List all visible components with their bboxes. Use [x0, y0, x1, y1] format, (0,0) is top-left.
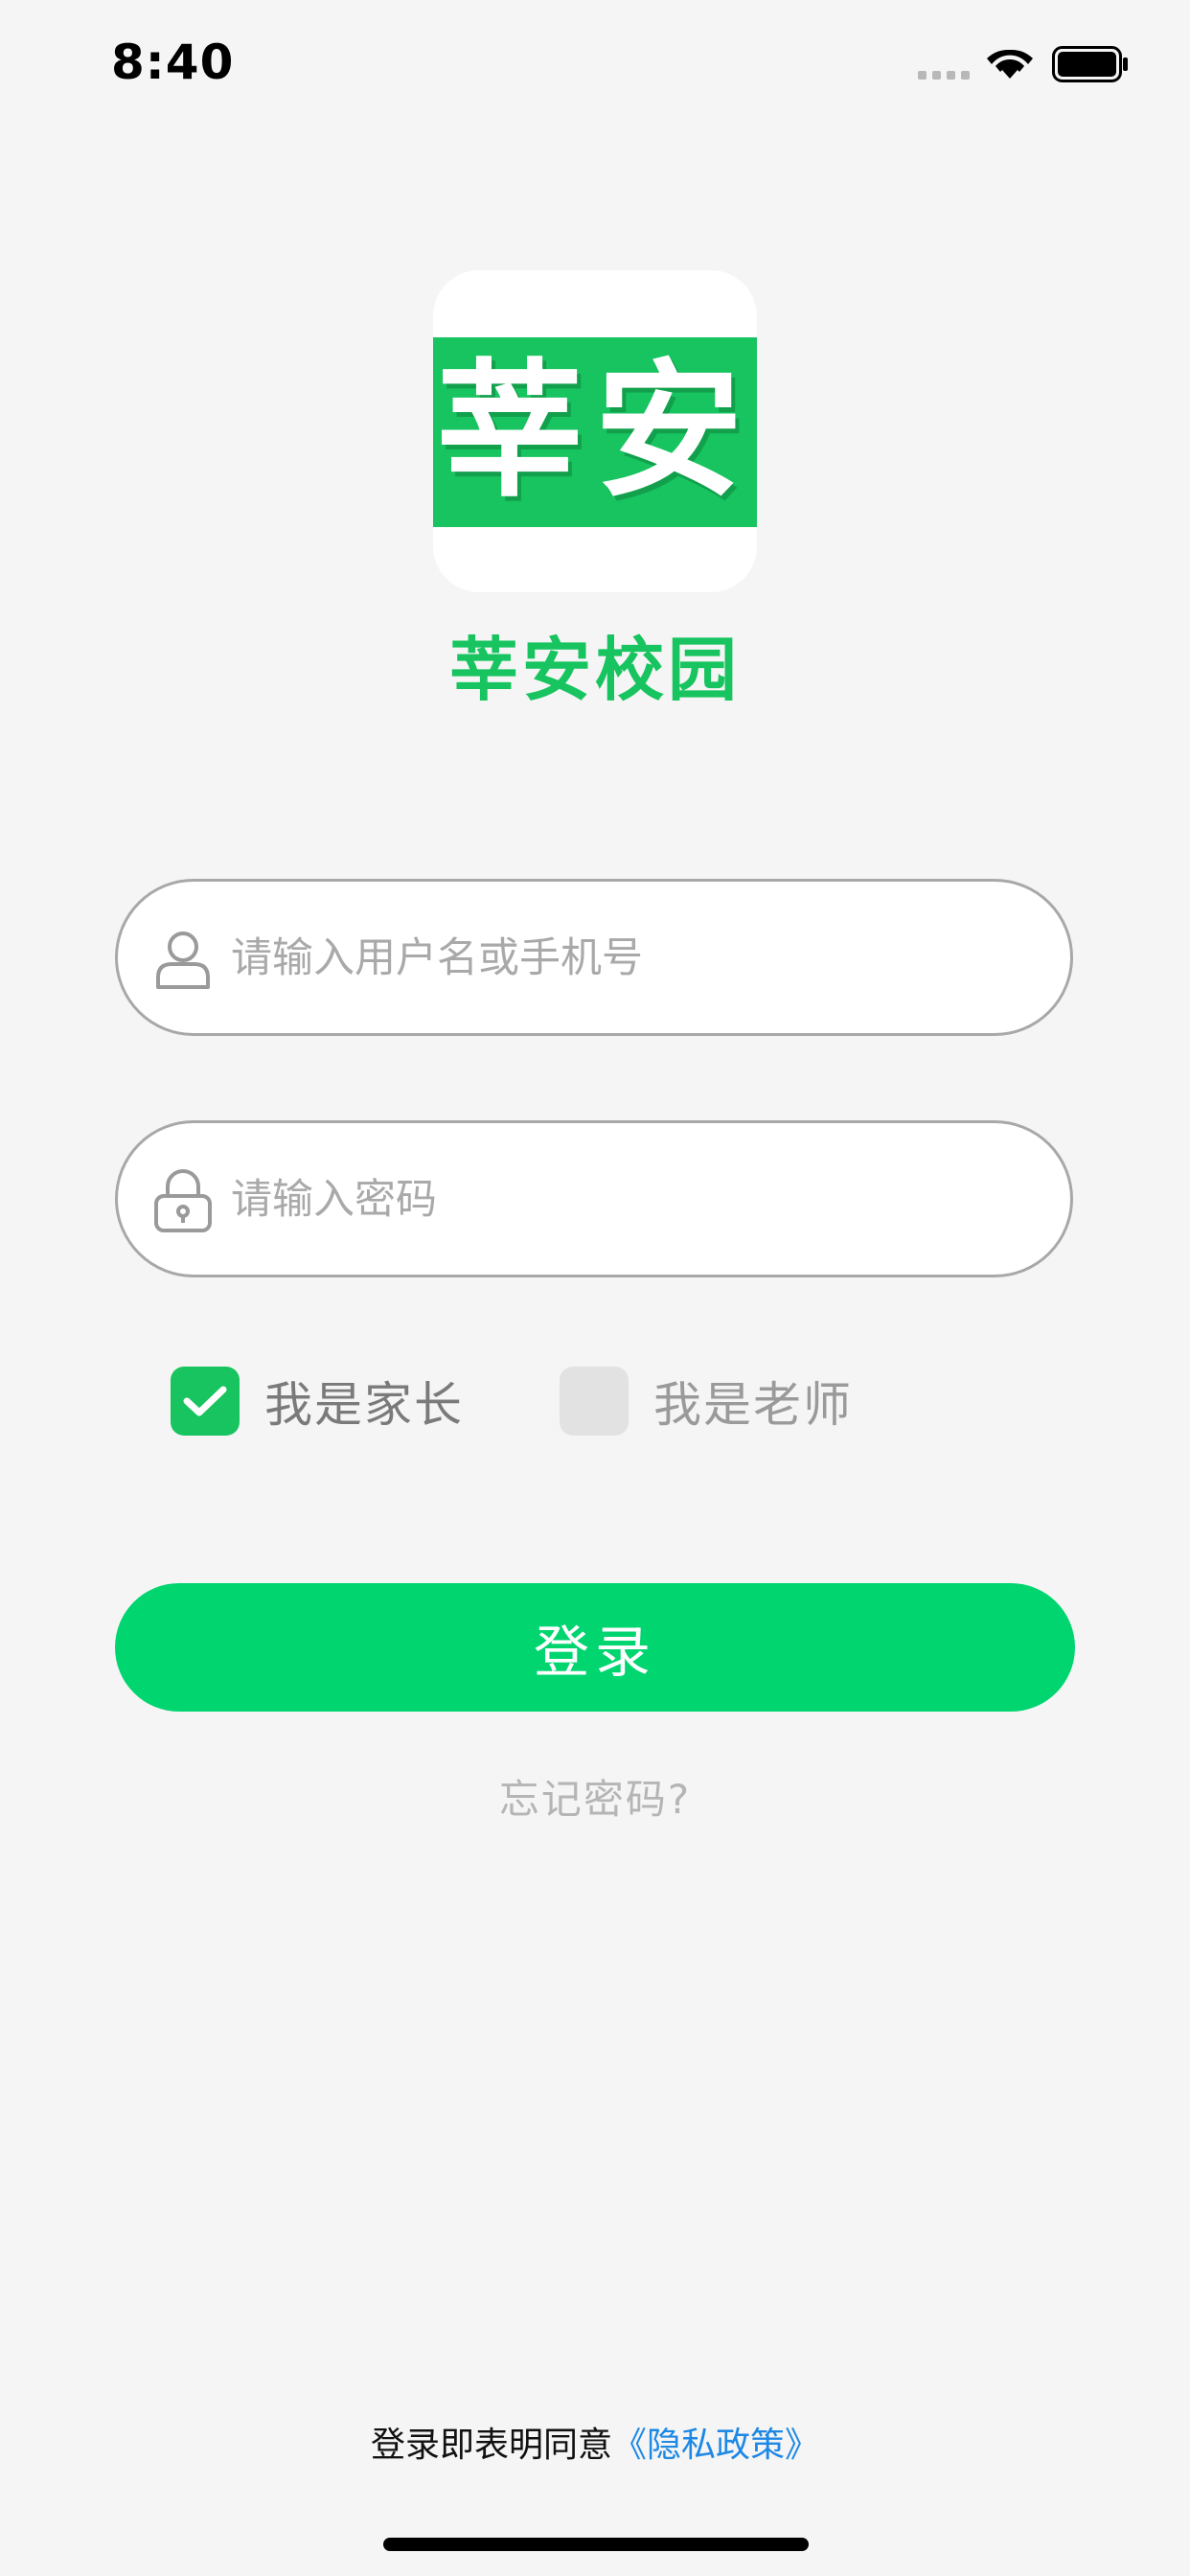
battery-icon — [1052, 46, 1128, 82]
home-indicator — [383, 2538, 809, 2551]
forgot-password-link[interactable]: 忘记密码? — [0, 1767, 1190, 1826]
teacher-checkbox[interactable] — [560, 1367, 629, 1436]
cellular-signal-icon — [918, 71, 970, 80]
agreement-text: 登录即表明同意 — [370, 2426, 612, 2465]
login-button[interactable]: 登录 — [115, 1583, 1075, 1712]
privacy-policy-link[interactable]: 《隐私政策》 — [612, 2426, 819, 2465]
password-input[interactable] — [229, 1123, 1038, 1276]
username-field-container — [115, 879, 1073, 1036]
parent-checkbox[interactable] — [171, 1367, 240, 1436]
check-icon — [183, 1386, 227, 1416]
privacy-agreement: 登录即表明同意《隐私政策》 — [0, 2417, 1190, 2467]
app-name: 莘安校园 — [448, 630, 741, 710]
lock-icon — [154, 1169, 212, 1232]
app-logo: 莘安 — [433, 270, 757, 592]
logo-mark: 莘安 — [435, 346, 754, 518]
parent-label: 我是家长 — [264, 1377, 464, 1433]
role-teacher-option[interactable]: 我是老师 — [560, 1365, 853, 1438]
username-input[interactable] — [229, 882, 1038, 1035]
status-bar: 8:40 — [0, 0, 1190, 125]
status-time: 8:40 — [111, 34, 235, 90]
teacher-label: 我是老师 — [653, 1377, 853, 1433]
logo-band: 莘安 — [433, 337, 757, 527]
role-parent-option[interactable]: 我是家长 — [171, 1365, 464, 1438]
password-field-container — [115, 1120, 1073, 1277]
wifi-icon — [987, 49, 1033, 79]
user-icon — [156, 932, 210, 989]
